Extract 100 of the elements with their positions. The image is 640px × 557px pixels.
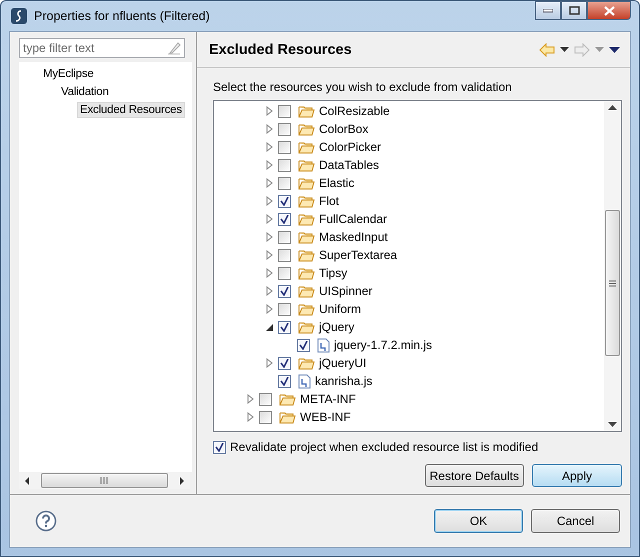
tree-item-label[interactable]: jquery-1.7.2.min.js: [334, 338, 432, 352]
tree-item-label[interactable]: MaskedInput: [319, 230, 388, 244]
filter-field[interactable]: type filter text: [19, 38, 185, 58]
folder-icon: [298, 176, 315, 190]
expand-arrow-icon[interactable]: [266, 142, 273, 152]
folder-icon: [298, 140, 315, 154]
checkbox[interactable]: [278, 374, 291, 388]
minimize-icon: [543, 8, 553, 12]
checkbox[interactable]: [278, 284, 291, 298]
expand-arrow-icon[interactable]: [266, 250, 273, 260]
minimize-button[interactable]: [535, 1, 561, 20]
vertical-scrollbar[interactable]: [604, 101, 621, 431]
sidebar-item[interactable]: Validation: [59, 85, 111, 99]
checkbox[interactable]: [278, 158, 291, 172]
close-icon: [604, 6, 614, 16]
maximize-button[interactable]: [561, 1, 587, 20]
cancel-button[interactable]: Cancel: [531, 509, 620, 533]
tree-item-label[interactable]: jQuery: [319, 320, 354, 334]
instruction-text: Select the resources you wish to exclude from validation: [213, 80, 513, 94]
tree-item-label[interactable]: Elastic: [319, 176, 354, 190]
maximize-icon: [568, 6, 580, 15]
help-icon[interactable]: [35, 510, 57, 532]
tree-item-label[interactable]: ColorPicker: [319, 140, 382, 154]
checkbox[interactable]: [259, 392, 272, 406]
sidebar-item[interactable]: Excluded Resources: [77, 102, 185, 118]
tree-item-label[interactable]: ColorBox: [319, 122, 368, 136]
checkbox[interactable]: [278, 194, 291, 208]
checkbox[interactable]: [259, 410, 272, 424]
collapse-arrow-icon[interactable]: [266, 324, 273, 330]
expand-arrow-icon[interactable]: [247, 394, 254, 404]
checkbox-label: Revalidate project when excluded resource list is modified: [230, 440, 538, 454]
expand-arrow-icon[interactable]: [266, 304, 273, 314]
expand-arrow-icon[interactable]: [266, 214, 273, 224]
grip-icon: [100, 477, 109, 484]
tree-item-label[interactable]: DataTables: [319, 158, 380, 172]
expand-arrow-icon[interactable]: [266, 232, 273, 242]
tree-item-label[interactable]: FullCalendar: [319, 212, 388, 226]
app-logo-icon: [10, 7, 28, 25]
tree-item-label[interactable]: kanrisha.js: [315, 374, 372, 388]
expand-arrow-icon[interactable]: [247, 412, 254, 422]
page-title: Excluded Resources: [209, 42, 352, 58]
folder-icon: [298, 104, 315, 118]
expand-arrow-icon[interactable]: [266, 196, 273, 206]
folder-icon: [298, 212, 315, 226]
folder-icon: [298, 248, 315, 262]
folder-icon: [298, 356, 315, 370]
eraser-icon[interactable]: [167, 41, 181, 55]
expand-arrow-icon[interactable]: [266, 124, 273, 134]
grip-icon: [609, 280, 616, 286]
checkbox[interactable]: [278, 176, 291, 190]
expand-arrow-icon[interactable]: [266, 178, 273, 188]
expand-arrow-icon[interactable]: [266, 358, 273, 368]
checkbox[interactable]: [278, 122, 291, 136]
expand-arrow-icon[interactable]: [266, 286, 273, 296]
checkbox[interactable]: [278, 104, 291, 118]
tree-item-label[interactable]: Tipsy: [319, 266, 348, 280]
expand-arrow-icon[interactable]: [266, 106, 273, 116]
scroll-right-icon[interactable]: [178, 476, 186, 486]
view-menu-icon[interactable]: [609, 46, 620, 52]
folder-icon: [279, 392, 296, 406]
tree-item-label[interactable]: Uniform: [319, 302, 362, 316]
close-button[interactable]: [587, 1, 631, 20]
expand-arrow-icon[interactable]: [266, 160, 273, 170]
window-title: Properties for nfluents (Filtered): [34, 9, 211, 23]
restore-defaults-button[interactable]: Restore Defaults: [424, 464, 524, 487]
checkbox[interactable]: [278, 356, 291, 370]
scroll-up-icon[interactable]: [608, 105, 617, 110]
folder-icon: [279, 410, 296, 424]
checkbox[interactable]: [278, 320, 291, 334]
tree-item-label[interactable]: Flot: [319, 194, 340, 208]
tree-item-label[interactable]: META-INF: [300, 392, 356, 406]
apply-button[interactable]: Apply: [532, 464, 622, 487]
checkbox[interactable]: [278, 230, 291, 244]
checkbox[interactable]: [278, 302, 291, 316]
checkbox[interactable]: [278, 248, 291, 262]
checkbox[interactable]: [278, 140, 291, 154]
tree-item-label[interactable]: SuperTextarea: [319, 248, 398, 262]
ok-button[interactable]: OK: [434, 509, 523, 533]
back-arrow-icon[interactable]: [539, 42, 555, 56]
script-file-icon: [317, 338, 330, 352]
tree-item-label[interactable]: WEB-INF: [300, 410, 351, 424]
tree-item-label[interactable]: UISpinner: [319, 284, 372, 298]
script-file-icon: [298, 374, 311, 388]
folder-icon: [298, 266, 315, 280]
tree-item-label[interactable]: ColResizable: [319, 104, 390, 118]
folder-icon: [298, 284, 315, 298]
checkbox[interactable]: [213, 440, 226, 454]
folder-icon: [298, 302, 315, 316]
folder-icon: [298, 230, 315, 244]
dropdown-caret-icon[interactable]: [560, 47, 569, 52]
checkbox[interactable]: [278, 212, 291, 226]
folder-icon: [298, 122, 315, 136]
folder-icon: [298, 320, 315, 334]
sidebar-item[interactable]: MyEclipse: [41, 67, 96, 81]
expand-arrow-icon[interactable]: [266, 268, 273, 278]
checkbox[interactable]: [278, 266, 291, 280]
scroll-left-icon[interactable]: [23, 476, 31, 486]
scroll-down-icon[interactable]: [608, 422, 617, 427]
tree-item-label[interactable]: jQueryUI: [319, 356, 366, 370]
checkbox[interactable]: [297, 338, 310, 352]
